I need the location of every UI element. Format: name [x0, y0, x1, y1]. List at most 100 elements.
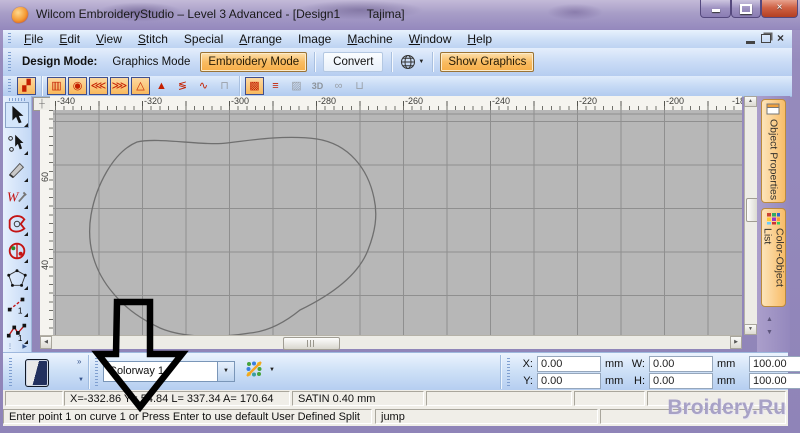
- scroll-right-button[interactable]: ▶: [730, 336, 742, 349]
- maximize-button[interactable]: [731, 0, 761, 18]
- menu-edit[interactable]: Edit: [51, 31, 88, 47]
- mdi-close-icon[interactable]: ×: [777, 32, 784, 44]
- colorway-toolbar: » ▼ Colorway 1 ▼ ▼ X: mm W: mm %: [3, 352, 788, 391]
- toolbar-grip[interactable]: [507, 358, 510, 386]
- palette-overflow[interactable]: ⋮▶: [3, 343, 31, 350]
- toolbar-grip[interactable]: [8, 33, 11, 46]
- scroll-down-button[interactable]: ▼: [744, 324, 757, 335]
- freehand-embroidery-tool[interactable]: W: [6, 185, 28, 209]
- prompt-mode: jump: [375, 409, 598, 424]
- chevron-down-icon: ▼: [223, 368, 229, 374]
- auto-fill-icon[interactable]: ▞: [17, 77, 36, 95]
- up-arrow-icon: ▲: [748, 98, 753, 104]
- left-arrow-icon: ◀: [44, 339, 48, 345]
- 3d-effect-icon[interactable]: 3D: [308, 77, 327, 95]
- embroidery-mode-button[interactable]: Embroidery Mode: [200, 52, 307, 72]
- design-outline-shape: [53, 110, 742, 335]
- knife-tool[interactable]: [6, 158, 28, 182]
- maximize-icon: [740, 4, 752, 14]
- hoop-icon[interactable]: ⊔: [350, 77, 369, 95]
- colorway-select[interactable]: Colorway 1 ▼: [103, 361, 235, 382]
- h-label: H:: [629, 375, 645, 387]
- menu-view[interactable]: View: [88, 31, 130, 47]
- horizontal-scroll-thumb[interactable]: [283, 337, 340, 350]
- ruler-origin-button[interactable]: ┼: [33, 97, 51, 111]
- menu-special[interactable]: Special: [176, 31, 231, 47]
- graphics-mode-button[interactable]: Graphics Mode: [105, 53, 197, 71]
- motif-fill-icon[interactable]: ◉: [68, 77, 87, 95]
- mdi-minimize-icon[interactable]: [746, 41, 755, 44]
- scroll-up-button[interactable]: ▲: [744, 96, 757, 107]
- mirror-merge-tool[interactable]: [6, 239, 28, 263]
- radial-fill-icon[interactable]: ⋘: [89, 77, 108, 95]
- width-input[interactable]: [649, 356, 713, 372]
- menu-machine[interactable]: Machine: [339, 31, 400, 47]
- strip-scroll-down[interactable]: ▼: [766, 327, 773, 338]
- x-label: X:: [517, 358, 533, 370]
- colorway-editor-button[interactable]: [243, 360, 265, 382]
- design-background-button[interactable]: [25, 359, 49, 387]
- watermark: Broidery.Ru: [667, 396, 786, 420]
- chevron-down-icon[interactable]: ▼: [269, 367, 275, 373]
- tatami-fill-icon[interactable]: ▥: [47, 77, 66, 95]
- x-input[interactable]: [537, 356, 601, 372]
- ruler-label: -260: [405, 96, 423, 106]
- application-window: Wilcom EmbroideryStudio – Level 3 Advanc…: [0, 0, 800, 433]
- ruler-label: -240: [492, 96, 510, 106]
- y-label: Y:: [517, 375, 533, 387]
- machine-format-button[interactable]: ▼: [396, 52, 428, 72]
- overflow-down-icon[interactable]: ▼: [78, 377, 84, 383]
- satin-stitch-icon[interactable]: ≡: [266, 77, 285, 95]
- program-split-icon[interactable]: ▩: [245, 77, 264, 95]
- menu-file[interactable]: File: [16, 31, 51, 47]
- vertical-scrollbar[interactable]: ▲ ▼: [744, 96, 758, 335]
- step-stitch-icon[interactable]: ⊓: [215, 77, 234, 95]
- menu-window[interactable]: Window: [401, 31, 460, 47]
- texture-fill-icon[interactable]: ▨: [287, 77, 306, 95]
- menu-help[interactable]: Help: [459, 31, 500, 47]
- scale-x-input[interactable]: [749, 356, 800, 372]
- convert-button[interactable]: Convert: [323, 52, 383, 72]
- column-stitch-icon[interactable]: ≶: [173, 77, 192, 95]
- zigzag-stitch-icon[interactable]: ∿: [194, 77, 213, 95]
- combo-dropdown-button[interactable]: ▼: [217, 362, 234, 381]
- height-input[interactable]: [649, 373, 713, 389]
- fancy-fill-icon[interactable]: ⋙: [110, 77, 129, 95]
- tab-color-object-list[interactable]: Color-Object List: [761, 208, 786, 307]
- colorway-editor-icon: [245, 360, 263, 378]
- polygon-icon: [6, 266, 28, 290]
- digitize-run-tool[interactable]: 1: [6, 293, 28, 317]
- mdi-restore-icon[interactable]: [761, 34, 771, 43]
- contour-fill-icon[interactable]: △: [131, 77, 150, 95]
- menu-image[interactable]: Image: [290, 31, 339, 47]
- ruler-label: -220: [579, 96, 597, 106]
- polygon-select-tool[interactable]: [6, 266, 28, 290]
- horizontal-scrollbar[interactable]: ◀ ▶: [40, 335, 742, 349]
- true-view-icon[interactable]: ∞: [329, 77, 348, 95]
- design-canvas[interactable]: [53, 110, 742, 335]
- y-input[interactable]: [537, 373, 601, 389]
- toolbar-grip[interactable]: [9, 358, 12, 386]
- scale-y-input[interactable]: [749, 373, 800, 389]
- toolbar-grip[interactable]: [8, 79, 11, 93]
- scroll-left-button[interactable]: ◀: [40, 336, 52, 349]
- show-graphics-button[interactable]: Show Graphics: [440, 52, 534, 72]
- strip-scroll-up[interactable]: ▲: [766, 314, 773, 325]
- select-tool[interactable]: [5, 102, 29, 128]
- menu-stitch[interactable]: Stitch: [130, 31, 176, 47]
- tab-object-properties[interactable]: Object Properties: [761, 99, 786, 203]
- applique-icon[interactable]: ▲: [152, 77, 171, 95]
- reshape-cursor-icon: [6, 131, 28, 155]
- overflow-chevron-icon[interactable]: »: [77, 357, 81, 366]
- minimize-button[interactable]: [700, 0, 731, 18]
- toolbar-grip[interactable]: [8, 52, 11, 72]
- reshape-tool[interactable]: [6, 131, 28, 155]
- toolbar-grip[interactable]: [95, 358, 98, 386]
- digitize-open-shape-tool[interactable]: 1: [6, 320, 28, 344]
- toolbar-grip[interactable]: [9, 98, 25, 101]
- freehand-w-icon: W: [6, 185, 28, 209]
- menu-arrange[interactable]: Arrange: [231, 31, 290, 47]
- mirror-circle-icon: [6, 239, 28, 263]
- close-button[interactable]: ×: [761, 0, 798, 18]
- reshape-object-tool[interactable]: [6, 212, 28, 236]
